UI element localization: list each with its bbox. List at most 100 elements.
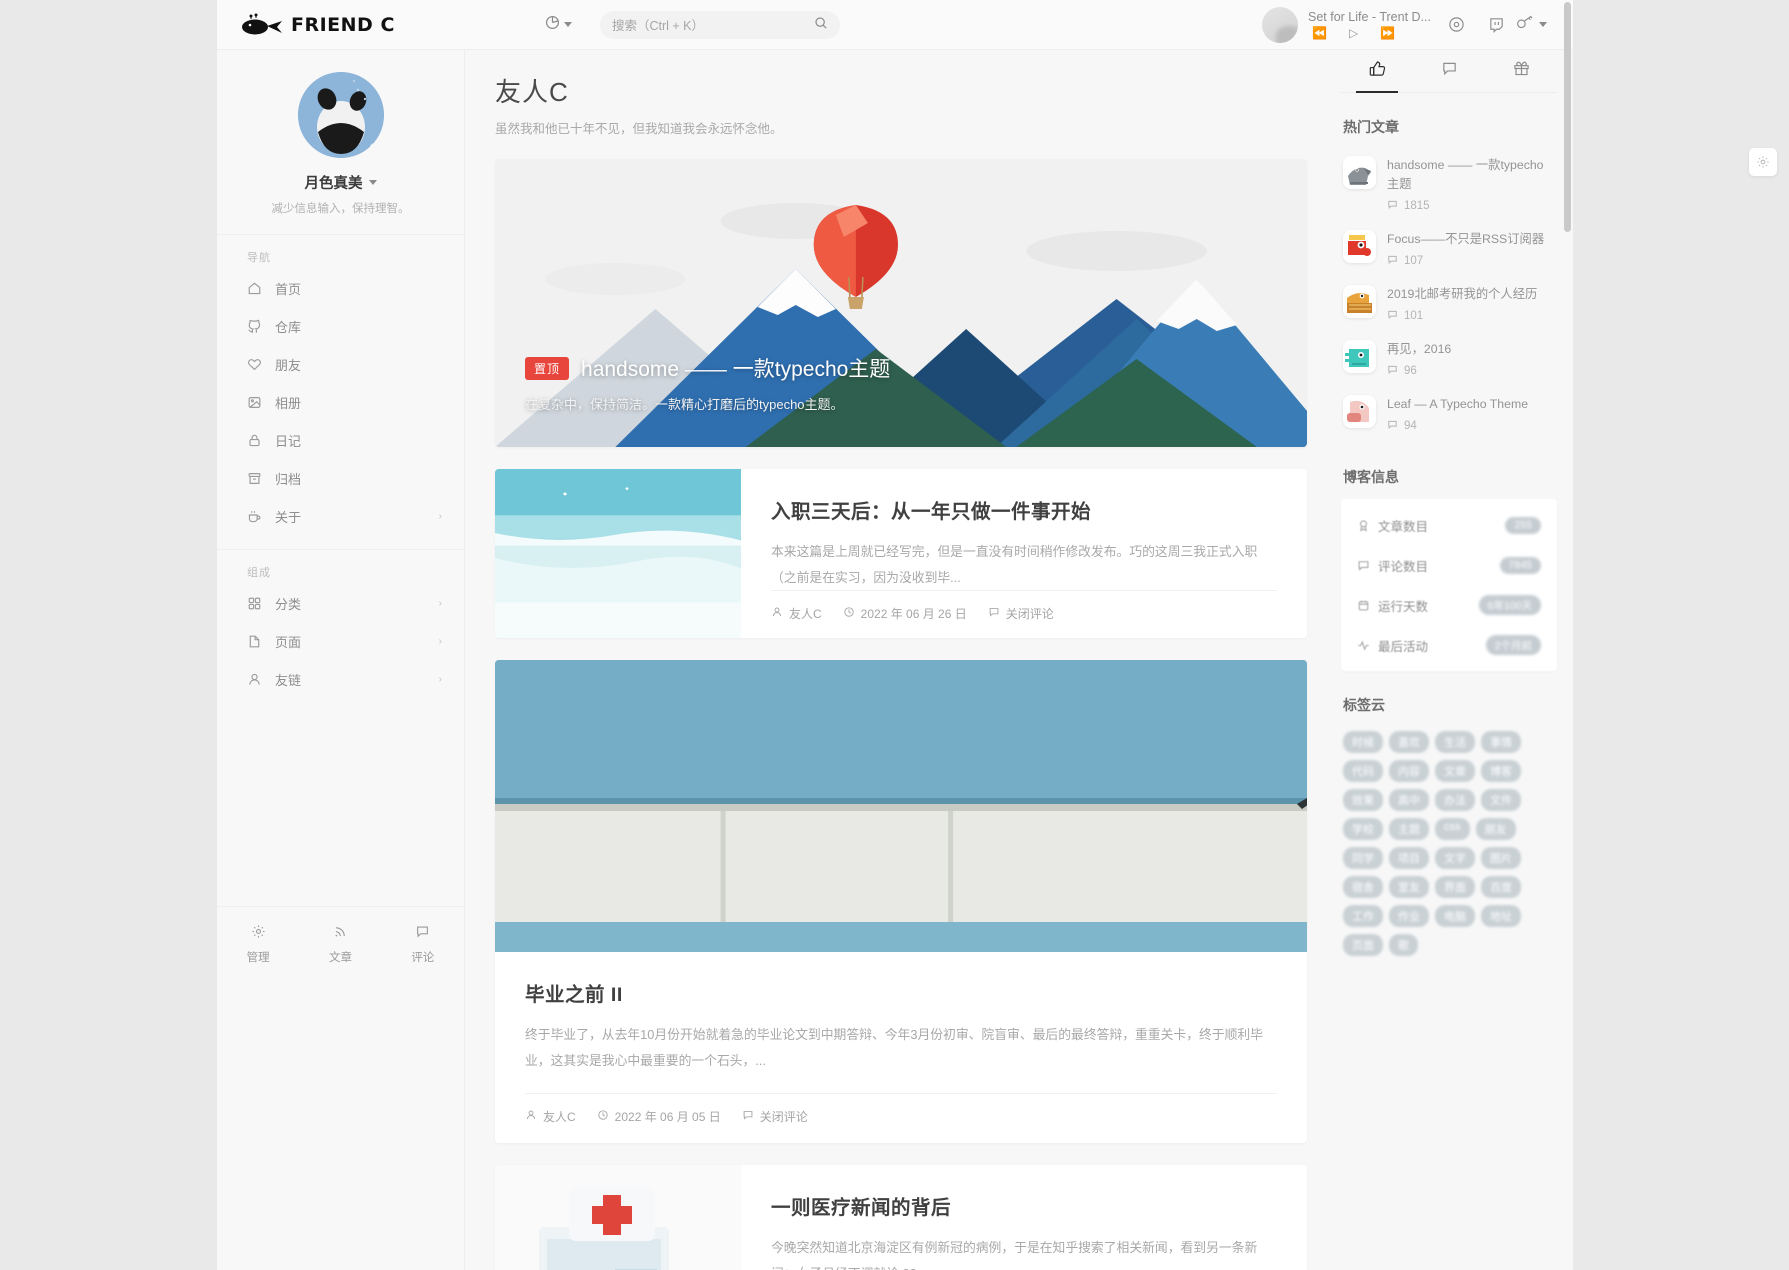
info-row-comment-count: 评论数目 7845 [1343,545,1555,585]
sidebar-footer-posts[interactable]: 文章 [299,907,381,984]
tab-comments[interactable] [1413,50,1485,92]
twitch-icon[interactable] [1476,5,1516,45]
sidebar-item-album[interactable]: 相册 [217,383,464,421]
whale-logo-icon [237,13,283,37]
header-right-group: Set for Life - Trent D... ⏪ ▷ ⏩ [1262,5,1573,45]
article-excerpt: 终于毕业了，从去年10月份开始就着急的毕业论文到中期答辩、今年3月份初审、院盲审… [525,1027,1263,1068]
tag-item[interactable]: 界面 [1435,876,1475,899]
image-icon [247,395,275,410]
tag-item[interactable]: 歌 [1389,934,1418,957]
hot-post-item[interactable]: handsome —— 一款typecho主题 1815 [1341,149,1557,223]
article-card[interactable]: 入职三天后：从一年只做一件事开始 本来这篇是上周就已经写完，但是一直没有时间稍作… [495,469,1307,639]
article-card[interactable]: 毕业之前 II 终于毕业了，从去年10月份开始就着急的毕业论文到中期答辩、今年3… [495,660,1307,1144]
sidebar-item-categories[interactable]: 分类 › [217,584,464,622]
tag-item[interactable]: 作业 [1389,905,1429,928]
page-scrollbar[interactable] [1564,2,1571,232]
tag-item[interactable]: 页面 [1343,934,1383,957]
gift-icon [1513,60,1530,82]
sidebar-item-diary[interactable]: 日记 [217,421,464,459]
pie-chart-dropdown[interactable] [545,15,572,35]
sidebar-item-about[interactable]: 关于 › [217,497,464,535]
hot-post-item[interactable]: 2019北邮考研我的个人经历 101 [1341,278,1557,333]
tab-likes[interactable] [1341,50,1413,92]
tag-item[interactable]: 文章 [1435,760,1475,783]
tag-item[interactable]: 效果 [1343,789,1383,812]
avatar[interactable] [297,72,384,158]
featured-post-title: handsome —— 一款typecho主题 [581,358,891,381]
tag-item[interactable]: 代码 [1343,760,1383,783]
featured-post-card[interactable]: 置顶 handsome —— 一款typecho主题 在复杂中，保持简洁。一款精… [495,159,1307,447]
brand-logo-group[interactable]: FRIEND C [217,13,465,37]
red-bird-avatar-icon [1343,230,1376,264]
tag-item[interactable]: 地址 [1481,905,1521,928]
tag-item[interactable]: 百度 [1481,876,1521,899]
tag-item[interactable]: 图片 [1481,847,1521,870]
previous-track-icon[interactable]: ⏪ [1312,27,1327,39]
hot-post-item[interactable]: 再见，2016 96 [1341,333,1557,388]
search-placeholder: 搜索（Ctrl + K） [612,19,705,33]
sidebar-item-home[interactable]: 首页 [217,269,464,307]
tag-item[interactable]: 主题 [1389,818,1429,841]
article-comments[interactable]: 关闭评论 [988,605,1054,622]
sidebar-item-pages[interactable]: 页面 › [217,622,464,660]
right-sidebar: 热门文章 handsome —— 一款typecho主题 1815 Focus—… [1325,50,1573,1270]
lock-icon [247,433,275,448]
tag-item[interactable]: 时候 [1343,731,1383,754]
tag-item[interactable]: 生活 [1435,731,1475,754]
player-controls: ⏪ ▷ ⏩ [1308,27,1436,39]
nav-section-label-composition: 组成 [247,567,271,579]
disc-icon[interactable] [1436,5,1476,45]
sidebar-footer-manage[interactable]: 管理 [217,907,299,984]
comment-icon [988,606,1000,621]
next-track-icon[interactable]: ⏩ [1380,27,1395,39]
archive-icon [247,471,275,486]
article-comments[interactable]: 关闭评论 [742,1108,808,1125]
orange-croc-avatar-icon [1343,285,1376,319]
hot-post-comments: 101 [1387,309,1555,323]
thumbs-up-icon [1369,60,1386,82]
tab-gifts[interactable] [1485,50,1557,92]
sidebar-item-archive[interactable]: 归档 [217,459,464,497]
article-title[interactable]: 一则医疗新闻的背后 [771,1191,1277,1220]
tag-item[interactable]: 宿舍 [1343,876,1383,899]
file-icon [247,634,275,649]
gear-icon[interactable] [1749,148,1777,176]
pinned-badge: 置顶 [525,356,570,380]
author-name: 友人C [543,1110,576,1125]
home-icon [247,281,275,296]
tag-item[interactable]: css [1435,818,1470,841]
article-title[interactable]: 毕业之前 II [525,978,1277,1007]
tag-item[interactable]: 内容 [1389,760,1429,783]
tag-item[interactable]: 项目 [1389,847,1429,870]
tag-item[interactable]: 学校 [1343,818,1383,841]
search-input[interactable]: 搜索（Ctrl + K） [600,10,840,39]
tag-item[interactable]: 事情 [1481,731,1521,754]
article-title[interactable]: 入职三天后：从一年只做一件事开始 [771,495,1277,524]
pie-chart-icon [545,15,560,35]
tag-item[interactable]: 朋友 [1475,818,1516,841]
sidebar-footer-comments[interactable]: 评论 [382,907,464,984]
sidebar-item-friends[interactable]: 朋友 [217,345,464,383]
hot-post-item[interactable]: Focus——不只是RSS订阅器 107 [1341,223,1557,278]
sidebar-item-links[interactable]: 友链 › [217,660,464,698]
article-meta: 友人C 2022 年 06 月 05 日 关闭评论 [525,1093,1277,1125]
tag-item[interactable]: 同学 [1343,847,1383,870]
hot-post-item[interactable]: Leaf — A Typecho Theme 94 [1341,388,1557,443]
sidebar-item-repository[interactable]: 仓库 [217,307,464,345]
tag-item[interactable]: 工作 [1343,905,1383,928]
key-dropdown[interactable] [1516,14,1551,35]
tag-item[interactable]: 室友 [1389,876,1429,899]
clock-icon [843,606,855,621]
tag-item[interactable]: 喜欢 [1389,731,1429,754]
tag-item[interactable]: 文字 [1435,847,1475,870]
tag-item[interactable]: 高中 [1389,789,1429,812]
date-text: 2022 年 06 月 05 日 [614,1110,721,1125]
article-card[interactable]: 一则医疗新闻的背后 今晚突然知道北京海淀区有例新冠的病例，于是在知乎搜索了相关新… [495,1165,1307,1270]
tag-item[interactable]: 电脑 [1435,905,1475,928]
play-icon[interactable]: ▷ [1349,27,1358,39]
tag-item[interactable]: 办法 [1435,789,1475,812]
tag-item[interactable]: 博客 [1481,760,1521,783]
info-label: 运行天数 [1378,599,1429,614]
tag-item[interactable]: 文件 [1481,789,1521,812]
profile-name-row[interactable]: 月色真美 [217,172,464,193]
